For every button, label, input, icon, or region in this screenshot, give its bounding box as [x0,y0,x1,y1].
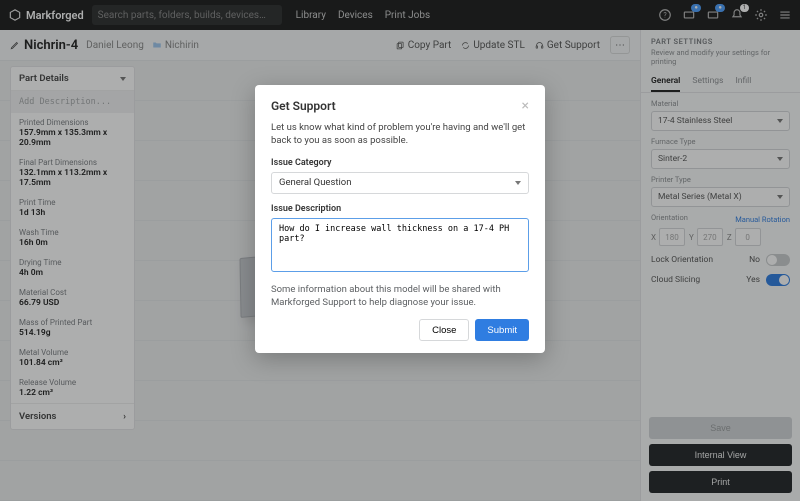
close-icon[interactable]: × [522,99,529,113]
modal-overlay: Get Support × Let us know what kind of p… [0,0,800,501]
chevron-down-icon [515,181,521,185]
issue-category-label: Issue Category [271,158,529,168]
modal-intro: Let us know what kind of problem you're … [271,121,529,148]
modal-title: Get Support [271,99,336,113]
get-support-modal: Get Support × Let us know what kind of p… [255,85,545,353]
issue-description-textarea[interactable] [271,218,529,272]
issue-category-select[interactable]: General Question [271,172,529,194]
modal-note: Some information about this model will b… [271,283,529,310]
modal-submit-button[interactable]: Submit [475,319,529,341]
issue-description-label: Issue Description [271,204,529,214]
modal-close-button[interactable]: Close [419,319,469,341]
